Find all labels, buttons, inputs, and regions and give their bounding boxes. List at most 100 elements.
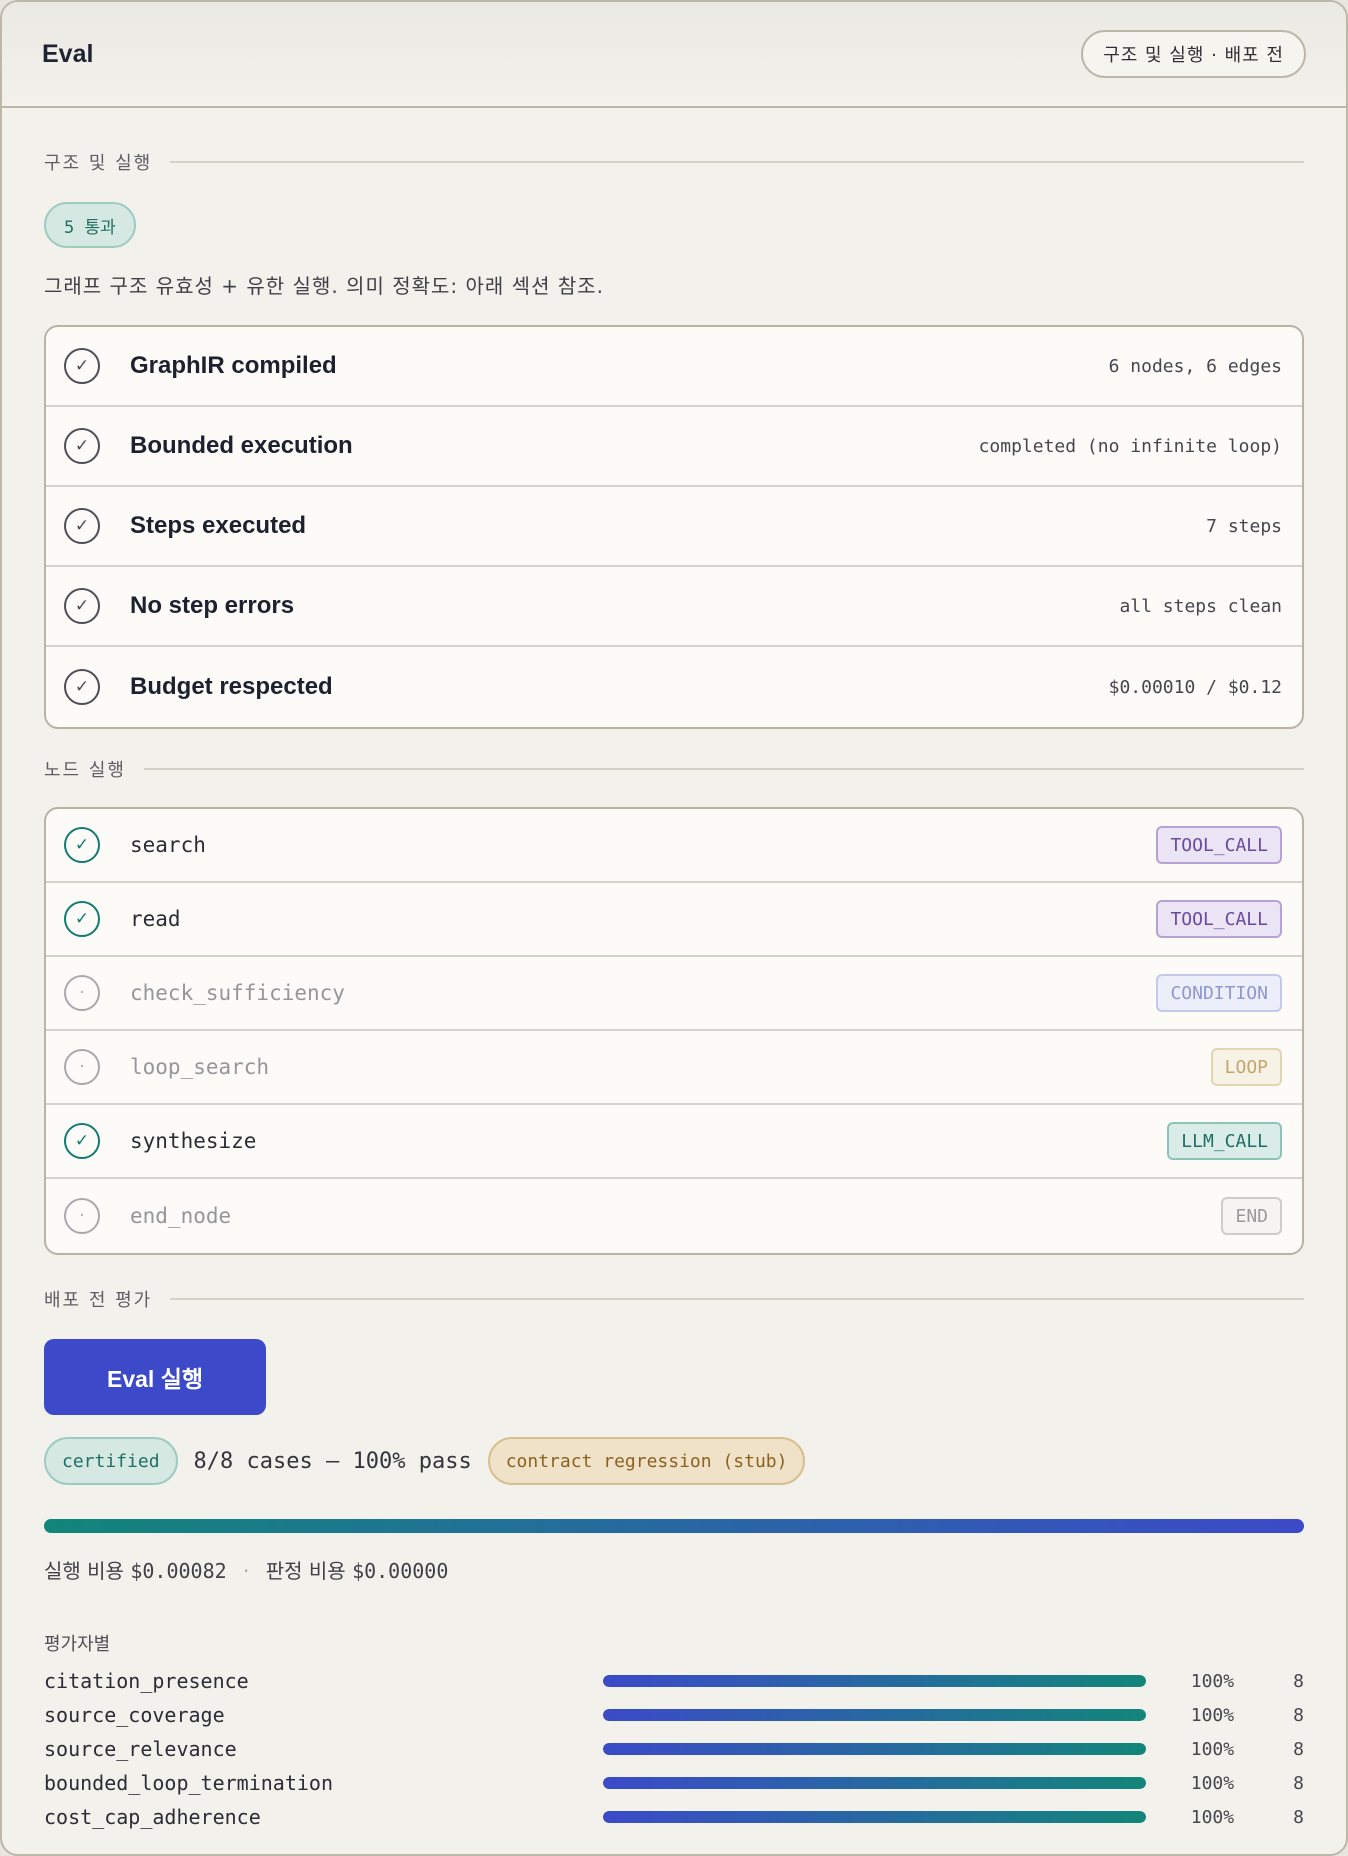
evaluator-bar-fill — [603, 1811, 1147, 1823]
check-value: completed (no infinite loop) — [978, 435, 1282, 457]
check-icon: ✓ — [64, 508, 100, 544]
evaluator-pct: 100% — [1190, 1806, 1235, 1828]
node-type-tag: END — [1221, 1197, 1282, 1235]
evaluator-row: source_relevance 100% 8 — [44, 1732, 1304, 1766]
evaluator-bar-track — [603, 1675, 1147, 1687]
check-row: ✓ Bounded execution completed (no infini… — [46, 407, 1302, 487]
per-evaluator-title: 평가자별 — [44, 1634, 111, 1655]
evaluator-count: 8 — [1293, 1670, 1304, 1692]
predeploy-section-header: 배포 전 평가 — [44, 1281, 1304, 1317]
evaluator-count: 8 — [1293, 1806, 1304, 1828]
nodes-card: ✓ search TOOL_CALL ✓ read TOOL_CALL · ch… — [44, 807, 1304, 1255]
structure-section-header: 구조 및 실행 — [44, 144, 1304, 180]
node-name: search — [130, 833, 206, 857]
node-row: · check_sufficiency CONDITION — [46, 957, 1302, 1031]
evaluator-pct: 100% — [1190, 1670, 1235, 1692]
panel-title: Eval — [42, 39, 94, 68]
node-row: · loop_search LOOP — [46, 1031, 1302, 1105]
evaluator-bar-track — [603, 1709, 1147, 1721]
node-row: · end_node END — [46, 1179, 1302, 1253]
separator-dot: · — [243, 1559, 250, 1583]
evaluator-list: citation_presence 100% 8 source_coverage… — [44, 1664, 1304, 1834]
pass-count-badge: 5 통과 — [44, 202, 136, 248]
pending-dot-icon: · — [64, 975, 100, 1011]
node-name: loop_search — [130, 1055, 270, 1079]
evaluator-bar-track — [603, 1811, 1147, 1823]
evaluator-count: 8 — [1293, 1704, 1304, 1726]
node-row: ✓ search TOOL_CALL — [46, 809, 1302, 883]
judge-cost-value: $0.00000 — [352, 1559, 449, 1583]
structure-description: 그래프 구조 유효성 + 유한 실행. 의미 정확도: 아래 섹션 참조. — [44, 274, 604, 298]
run-cost-value: $0.00082 — [130, 1559, 227, 1583]
predeploy-section-label: 배포 전 평가 — [44, 1290, 153, 1311]
evaluator-row: bounded_loop_termination 100% 8 — [44, 1766, 1304, 1800]
check-icon: ✓ — [64, 428, 100, 464]
check-label: Steps executed — [130, 512, 307, 539]
check-row: ✓ GraphIR compiled 6 nodes, 6 edges — [46, 327, 1302, 407]
check-label: Bounded execution — [130, 432, 353, 459]
evaluator-name: cost_cap_adherence — [44, 1805, 261, 1829]
evaluator-pct: 100% — [1190, 1738, 1235, 1760]
overall-pass-bar — [44, 1519, 1304, 1533]
cost-line: 실행 비용 $0.00082 · 판정 비용 $0.00000 — [44, 1555, 1304, 1584]
evaluator-count: 8 — [1293, 1738, 1304, 1760]
evaluator-name: source_relevance — [44, 1737, 237, 1761]
evaluator-row: citation_presence 100% 8 — [44, 1664, 1304, 1698]
check-icon: ✓ — [64, 588, 100, 624]
structure-section-label: 구조 및 실행 — [44, 153, 153, 174]
check-row: ✓ Steps executed 7 steps — [46, 487, 1302, 567]
run-cost-label: 실행 비용 — [44, 1559, 124, 1583]
pending-dot-icon: · — [64, 1049, 100, 1085]
check-value: 6 nodes, 6 edges — [1108, 355, 1282, 377]
panel-content: 구조 및 실행 5 통과 그래프 구조 유효성 + 유한 실행. 의미 정확도:… — [2, 144, 1346, 1834]
node-type-tag: LLM_CALL — [1167, 1122, 1282, 1160]
panel-header: Eval 구조 및 실행 · 배포 전 — [2, 2, 1346, 108]
check-icon: ✓ — [64, 669, 100, 705]
eval-result-line: certified 8/8 cases — 100% pass contract… — [44, 1437, 1304, 1485]
run-eval-button[interactable]: Eval 실행 — [44, 1339, 266, 1415]
node-type-tag: CONDITION — [1156, 974, 1282, 1012]
evaluator-name: citation_presence — [44, 1669, 249, 1693]
node-row: ✓ read TOOL_CALL — [46, 883, 1302, 957]
node-name: end_node — [130, 1204, 232, 1228]
check-row: ✓ No step errors all steps clean — [46, 567, 1302, 647]
node-type-tag: TOOL_CALL — [1156, 900, 1282, 938]
evaluator-bar-fill — [603, 1777, 1147, 1789]
evaluator-row: cost_cap_adherence 100% 8 — [44, 1800, 1304, 1834]
check-icon: ✓ — [64, 901, 100, 937]
evaluator-count: 8 — [1293, 1772, 1304, 1794]
eval-panel: Eval 구조 및 실행 · 배포 전 구조 및 실행 5 통과 그래프 구조 … — [0, 0, 1348, 1856]
evaluator-row: source_coverage 100% 8 — [44, 1698, 1304, 1732]
node-name: synthesize — [130, 1129, 257, 1153]
judge-cost-label: 판정 비용 — [265, 1559, 346, 1583]
check-value: $0.00010 / $0.12 — [1108, 676, 1282, 698]
node-name: check_sufficiency — [130, 981, 345, 1005]
check-icon: ✓ — [64, 1123, 100, 1159]
evaluator-name: bounded_loop_termination — [44, 1771, 333, 1795]
check-label: Budget respected — [130, 673, 333, 700]
section-divider — [143, 768, 1304, 770]
section-divider — [170, 1298, 1304, 1300]
node-type-tag: TOOL_CALL — [1156, 826, 1282, 864]
check-icon: ✓ — [64, 348, 100, 384]
node-row: ✓ synthesize LLM_CALL — [46, 1105, 1302, 1179]
evaluator-bar-track — [603, 1777, 1147, 1789]
check-icon: ✓ — [64, 827, 100, 863]
section-divider — [170, 161, 1304, 163]
evaluator-pct: 100% — [1190, 1704, 1235, 1726]
cases-summary: 8/8 cases — 100% pass — [193, 1448, 472, 1474]
evaluator-bar-fill — [603, 1675, 1147, 1687]
nodes-section-label: 노드 실행 — [44, 760, 126, 781]
check-value: all steps clean — [1119, 595, 1282, 617]
check-label: GraphIR compiled — [130, 352, 337, 379]
node-type-tag: LOOP — [1210, 1048, 1282, 1086]
evaluator-bar-fill — [603, 1709, 1147, 1721]
contract-regression-chip: contract regression (stub) — [487, 1437, 806, 1485]
check-value: 7 steps — [1206, 515, 1282, 537]
checks-card: ✓ GraphIR compiled 6 nodes, 6 edges ✓ Bo… — [44, 325, 1304, 729]
check-label: No step errors — [130, 592, 295, 619]
evaluator-pct: 100% — [1190, 1772, 1235, 1794]
certified-badge: certified — [44, 1437, 178, 1485]
status-pill: 구조 및 실행 · 배포 전 — [1081, 30, 1306, 78]
pending-dot-icon: · — [64, 1198, 100, 1234]
